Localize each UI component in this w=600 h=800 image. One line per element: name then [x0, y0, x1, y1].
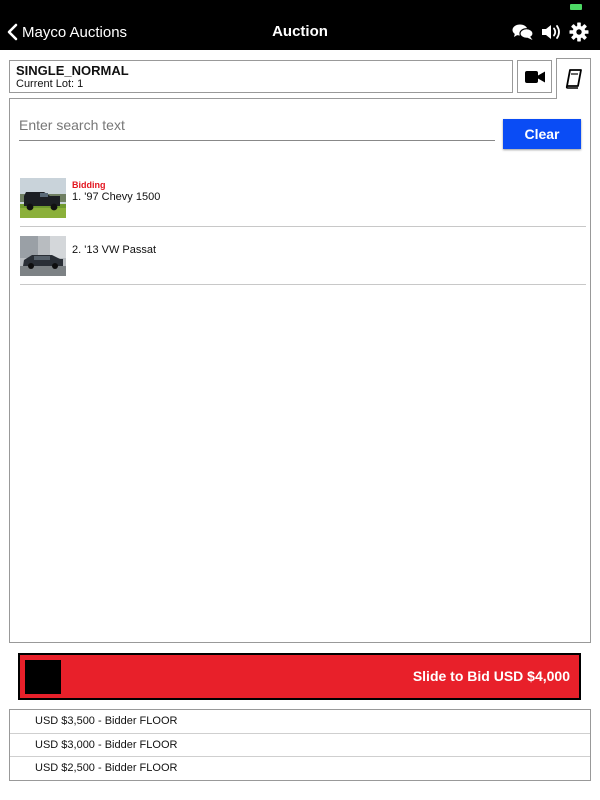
chat-icon[interactable]	[510, 14, 536, 50]
lot-thumbnail-truck	[20, 178, 66, 218]
back-button-label: Mayco Auctions	[22, 23, 128, 41]
book-icon	[565, 69, 582, 89]
nav-actions	[508, 14, 592, 50]
chevron-left-icon	[7, 23, 18, 41]
video-camera-icon	[524, 70, 545, 83]
bid-history-list: USD $3,500 - Bidder FLOOR USD $3,000 - B…	[9, 709, 591, 781]
lot-item-chevy[interactable]: Bidding 1. '97 Chevy 1500	[20, 169, 586, 227]
clear-button[interactable]: Clear	[503, 119, 581, 149]
search-input[interactable]	[19, 109, 495, 141]
catalog-tab[interactable]	[556, 58, 591, 99]
lot-thumbnail-sedan	[20, 236, 66, 276]
lot-panel: Clear Bidding 1. '97 Chevy 1500	[9, 98, 591, 643]
lot-title: 1. '97 Chevy 1500	[72, 191, 161, 203]
battery-icon	[570, 4, 582, 10]
back-button[interactable]: Mayco Auctions	[6, 14, 127, 50]
volume-icon[interactable]	[538, 14, 564, 50]
lot-title: 2. '13 VW Passat	[72, 244, 157, 256]
bid-history-row: USD $3,500 - Bidder FLOOR	[10, 710, 590, 734]
slider-handle[interactable]	[25, 660, 61, 694]
auction-name: SINGLE_NORMAL	[16, 63, 129, 78]
status-bar	[0, 0, 600, 14]
auction-info: SINGLE_NORMAL Current Lot: 1	[9, 60, 513, 93]
lot-status-badge: Bidding	[72, 180, 106, 190]
bid-history-row: USD $2,500 - Bidder FLOOR	[35, 762, 178, 774]
navigation-bar: Mayco Auctions Auction	[0, 14, 600, 50]
gear-icon[interactable]	[566, 14, 592, 50]
slide-to-bid-slider[interactable]: Slide to Bid USD $4,000	[18, 653, 581, 700]
bid-history-row: USD $3,000 - Bidder FLOOR	[10, 734, 590, 757]
current-lot-label: Current Lot: 1	[16, 78, 84, 90]
lot-list: Bidding 1. '97 Chevy 1500 2. '13 VW Pass…	[20, 169, 586, 285]
video-button[interactable]	[517, 60, 552, 93]
lot-item-passat[interactable]: 2. '13 VW Passat	[20, 227, 586, 285]
slide-to-bid-label: Slide to Bid USD $4,000	[412, 668, 570, 684]
